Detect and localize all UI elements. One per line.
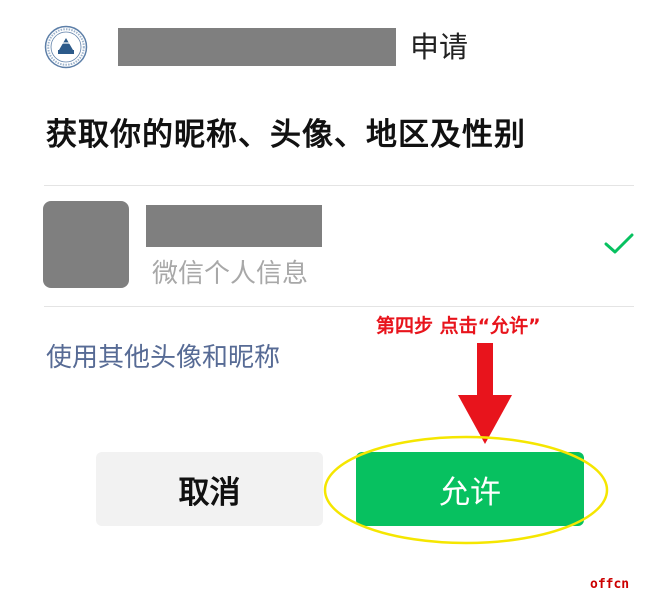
school-seal-logo — [44, 25, 88, 69]
apply-label: 申请 — [410, 30, 469, 64]
step-annotation: 第四步 点击“允许” — [376, 315, 541, 337]
permission-request-title: 获取你的昵称、头像、地区及性别 — [46, 117, 526, 153]
nickname-redacted — [146, 205, 322, 247]
cancel-button[interactable]: 取消 — [96, 452, 323, 526]
down-arrow-icon — [458, 343, 512, 444]
app-name-redacted — [118, 28, 396, 66]
watermark-logo: offcn — [590, 577, 630, 592]
avatar[interactable] — [43, 201, 129, 288]
allow-button[interactable]: 允许 — [356, 452, 584, 526]
use-other-avatar-link[interactable]: 使用其他头像和昵称 — [46, 340, 280, 376]
checkmark-icon[interactable] — [604, 232, 634, 256]
divider — [44, 306, 634, 307]
profile-subtitle: 微信个人信息 — [152, 259, 309, 289]
divider — [44, 185, 634, 186]
